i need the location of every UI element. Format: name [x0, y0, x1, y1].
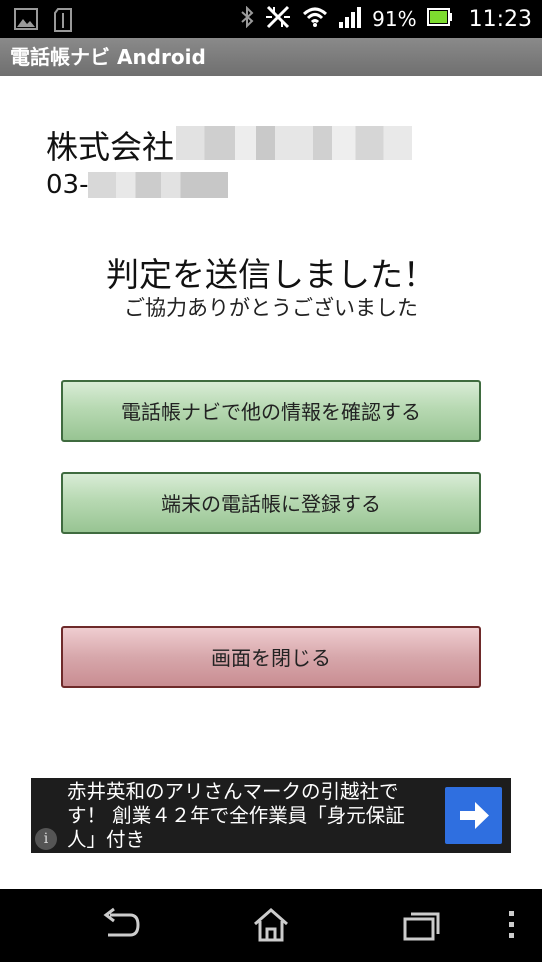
picture-icon	[14, 8, 38, 36]
signal-icon	[338, 6, 362, 32]
battery-icon	[426, 8, 453, 30]
recent-apps-icon[interactable]	[402, 907, 440, 947]
ad-arrow-button[interactable]	[445, 787, 502, 844]
menu-icon[interactable]	[506, 907, 518, 947]
status-bar: 91% 11:23	[0, 0, 542, 38]
bluetooth-icon	[240, 5, 254, 32]
wifi-icon	[302, 6, 328, 32]
ad-banner[interactable]: 赤井英和のアリさんマークの引越社です！ 創業４２年で全作業員「身元保証人」付き …	[31, 778, 511, 853]
close-screen-button[interactable]: 画面を閉じる	[61, 626, 481, 688]
check-info-button[interactable]: 電話帳ナビで他の情報を確認する	[61, 380, 481, 442]
app-title-bar: 電話帳ナビ Android	[0, 38, 542, 76]
ad-text[interactable]: 赤井英和のアリさんマークの引越社です！ 創業４２年で全作業員「身元保証人」付き	[67, 780, 431, 852]
redacted-company-name	[176, 126, 412, 160]
app-title: 電話帳ナビ Android	[10, 45, 206, 69]
navigation-bar	[0, 889, 542, 962]
clock: 11:23	[468, 6, 532, 32]
ad-info-icon[interactable]: i	[35, 828, 57, 850]
redacted-phone-number	[88, 172, 228, 198]
result-message-subtitle: ご協力ありがとうございました	[124, 296, 418, 320]
company-name: 株式会社	[46, 128, 175, 166]
battery-percent: 91%	[372, 7, 417, 31]
company-phone: 03-	[46, 170, 89, 200]
register-contact-button[interactable]: 端末の電話帳に登録する	[61, 472, 481, 534]
back-icon[interactable]	[100, 907, 142, 947]
result-message-title: 判定を送信しました！	[106, 255, 436, 294]
arrow-right-icon	[460, 802, 489, 829]
sim-icon	[54, 8, 72, 36]
home-icon[interactable]	[252, 907, 290, 947]
nfc-icon	[264, 5, 292, 33]
